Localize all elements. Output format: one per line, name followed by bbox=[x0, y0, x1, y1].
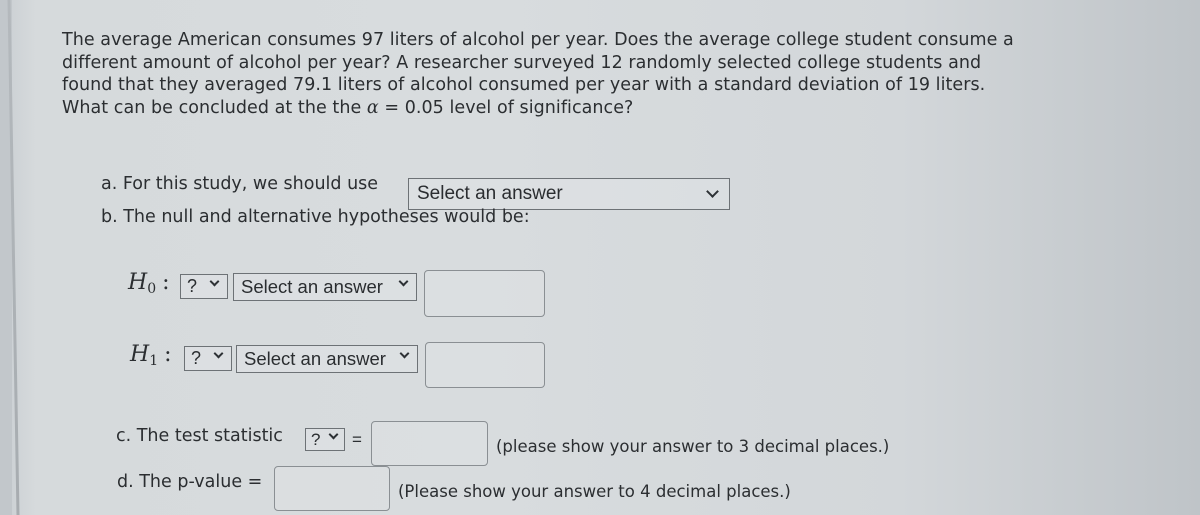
question-text: The average American consumes 97 liters … bbox=[62, 29, 1132, 119]
test-type-select[interactable]: Select an answer bbox=[408, 178, 730, 210]
chevron-down-icon bbox=[398, 276, 409, 287]
part-c-label: c. The test statistic bbox=[116, 426, 283, 446]
h0-operator-select[interactable]: Select an answer bbox=[233, 273, 417, 301]
equals-sign: = bbox=[352, 430, 362, 449]
chevron-down-icon bbox=[213, 348, 224, 359]
question-line: What can be concluded at the the α = 0.0… bbox=[62, 97, 1132, 120]
question-line-prefix: What can be concluded at the the bbox=[62, 97, 367, 118]
h0-parameter-select-value: ? bbox=[187, 276, 198, 296]
h0-label: H0: bbox=[128, 270, 170, 297]
h0-parameter-select[interactable]: ? bbox=[180, 274, 228, 299]
p-value-input[interactable] bbox=[274, 466, 390, 511]
part-a-label: a. For this study, we should use bbox=[101, 174, 379, 194]
chevron-down-icon bbox=[706, 185, 719, 198]
h1-operator-select-value: Select an answer bbox=[244, 348, 386, 369]
p-value-hint: (Please show your answer to 4 decimal pl… bbox=[398, 482, 791, 501]
h1-operator-select[interactable]: Select an answer bbox=[236, 345, 418, 373]
chevron-down-icon bbox=[209, 276, 220, 287]
alpha-symbol: α bbox=[366, 97, 379, 118]
question-line: different amount of alcohol per year? A … bbox=[62, 52, 982, 73]
h0-subscript: 0 bbox=[147, 281, 157, 297]
h1-value-input[interactable] bbox=[425, 342, 545, 388]
chevron-down-icon bbox=[328, 429, 339, 440]
chevron-down-icon bbox=[399, 348, 410, 359]
h1-parameter-select[interactable]: ? bbox=[184, 346, 232, 371]
h1-colon: : bbox=[164, 342, 172, 367]
h0-symbol: H bbox=[128, 270, 148, 295]
h0-value-input[interactable] bbox=[424, 270, 545, 317]
test-type-select-value: Select an answer bbox=[417, 183, 563, 204]
h1-label: H1: bbox=[130, 342, 172, 369]
h0-operator-select-value: Select an answer bbox=[241, 276, 383, 297]
h1-symbol: H bbox=[130, 342, 150, 367]
question-line-suffix: = 0.05 level of significance? bbox=[378, 97, 634, 118]
test-statistic-select[interactable]: ? bbox=[305, 428, 345, 451]
part-b-label: b. The null and alternative hypotheses w… bbox=[101, 207, 530, 227]
h0-colon: : bbox=[162, 270, 170, 295]
part-d-label: d. The p-value = bbox=[117, 472, 263, 492]
h1-subscript: 1 bbox=[149, 353, 159, 369]
test-statistic-input[interactable] bbox=[371, 421, 488, 466]
h1-parameter-select-value: ? bbox=[191, 348, 202, 368]
test-statistic-select-value: ? bbox=[311, 429, 321, 449]
test-statistic-hint: (please show your answer to 3 decimal pl… bbox=[496, 437, 890, 456]
question-line: The average American consumes 97 liters … bbox=[62, 30, 1014, 50]
question-line: found that they averaged 79.1 liters of … bbox=[62, 75, 986, 95]
